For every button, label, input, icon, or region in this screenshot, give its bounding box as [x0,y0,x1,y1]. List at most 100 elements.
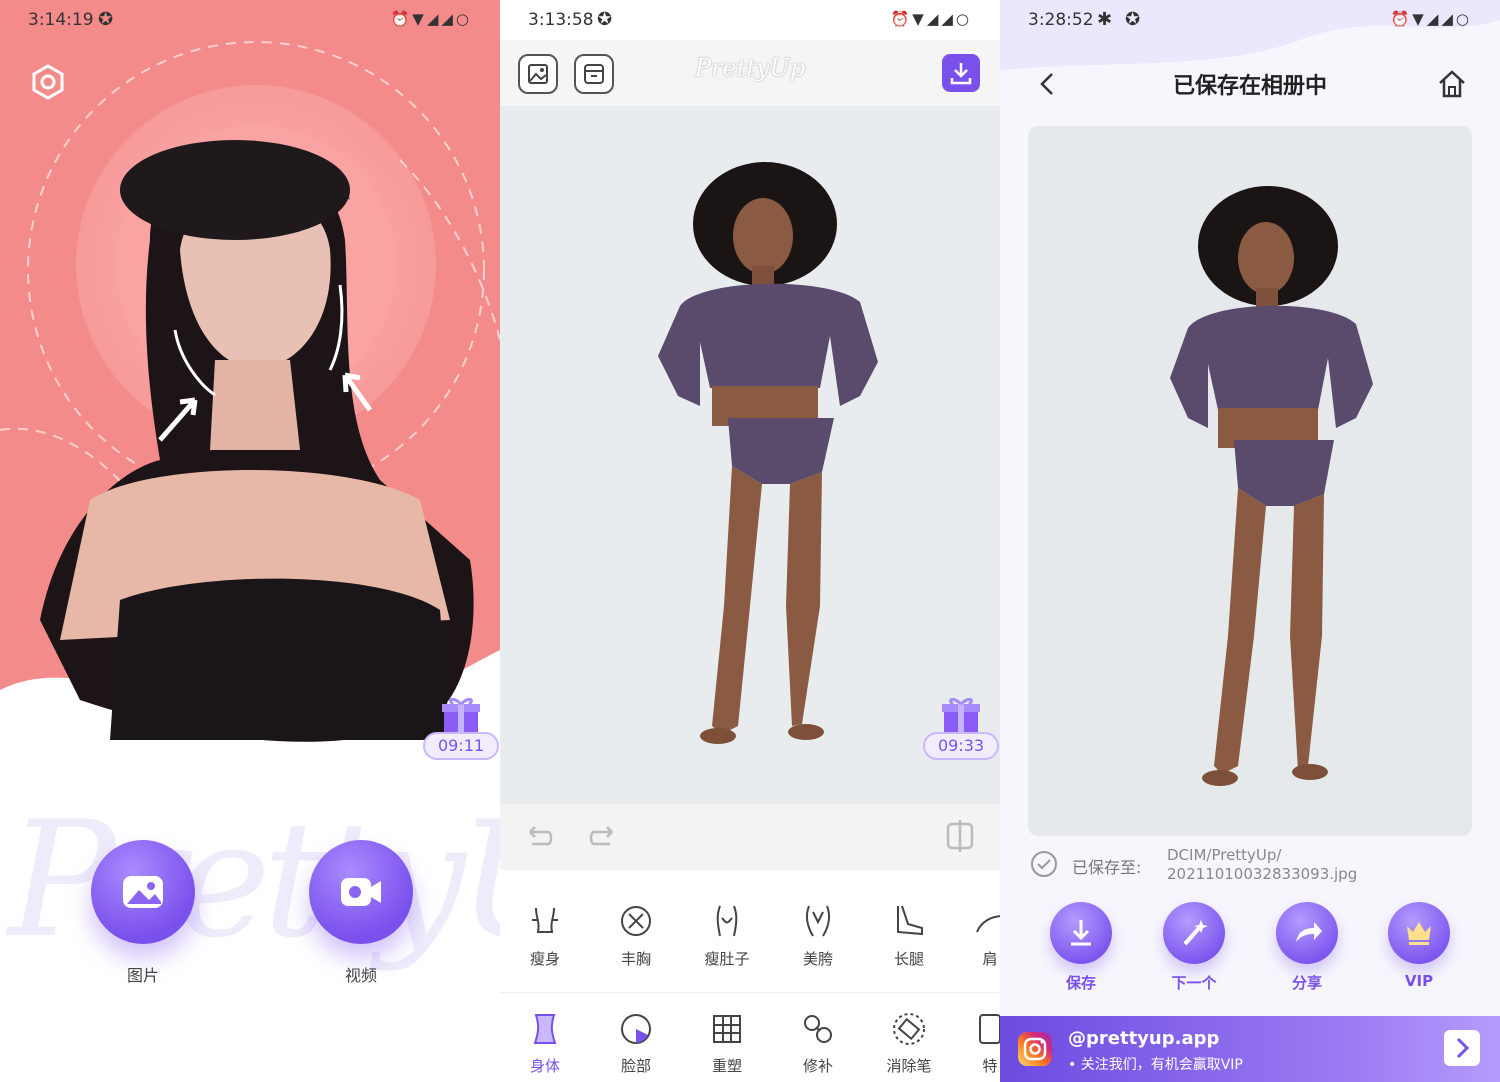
banner-arrow-button[interactable] [1444,1030,1480,1066]
system-icons: ⏰▼◢◢○ [1390,10,1472,28]
tool-enhance-chest[interactable]: 丰胸 [601,884,671,969]
download-icon [1071,920,1091,946]
sync-icon: ✪ [98,9,114,30]
redo-icon[interactable] [586,820,620,854]
instagram-handle: @prettyup.app [1068,1028,1220,1049]
chevron-right-icon [1456,1037,1470,1059]
slim-belly-icon [716,905,738,937]
saved-header: 已保存在相册中 [1000,40,1500,120]
home-hero-background [0,0,500,742]
body-tool-row: 瘦身 丰胸 瘦肚子 美胯 长腿 肩 [500,884,1000,984]
slim-body-icon [532,907,558,933]
back-chevron-icon[interactable] [1034,70,1062,98]
tool-shoulder[interactable]: 肩 [955,884,1000,969]
tab-special[interactable]: 特 [955,993,1000,1076]
tool-hips[interactable]: 美胯 [783,884,853,969]
status-time: 3:14:19 [28,10,94,30]
special-icon [979,1014,1000,1044]
saved-path-line-1: DCIM/PrettyUp/ [1167,846,1282,864]
status-time: 3:13:58 [528,10,594,30]
gift-box-icon [942,697,980,732]
tab-face[interactable]: 脸部 [601,993,671,1076]
gift-box-icon [442,697,480,732]
body-icon [533,1014,557,1044]
tool-label: 肩 [982,950,998,968]
tab-patch[interactable]: 修补 [783,993,853,1076]
history-button[interactable] [574,54,614,94]
shoulder-icon [976,915,1000,933]
saved-to-label: 已保存至: [1072,858,1142,877]
app-logo: PrettyUp [694,54,806,82]
download-button[interactable] [942,54,980,92]
patch-icon [804,1015,832,1043]
editor-tab-bar: 身体 脸部 重塑 修补 消除笔 特 [500,992,1000,1082]
tab-body[interactable]: 身体 [510,993,580,1076]
tab-label: 脸部 [620,1057,651,1075]
gift-offer-button[interactable]: 09:11 [423,694,499,770]
saved-path-line-2: 20211010032833093.jpg [1167,865,1358,883]
tab-label: 重塑 [711,1057,742,1075]
video-camera-icon [341,878,381,906]
magic-wand-icon [1183,920,1208,946]
action-label: VIP [1404,972,1434,990]
photo-label: 图片 [126,966,159,985]
crown-icon [1407,922,1431,945]
editor-screen: 3:13:58 ✪ ⏰▼◢◢○ PrettyUp 09:33 瘦身 丰胸 瘦肚子… [500,0,1000,1082]
instagram-subtitle: • 关注我们，有机会赢取VIP [1068,1057,1243,1073]
tool-label: 瘦身 [529,950,560,968]
tool-label: 美胯 [802,950,833,968]
compare-icon[interactable] [942,818,978,854]
undo-icon[interactable] [522,820,556,854]
home-icon[interactable] [1436,68,1468,100]
image-icon [528,64,548,84]
photo-button[interactable] [91,840,195,944]
archive-icon [584,64,604,84]
share-button[interactable]: 分享 [1272,902,1342,993]
hips-icon [805,905,831,937]
tool-label: 丰胸 [620,950,651,968]
history-bar [500,804,1000,870]
status-bar: 3:13:58 ✪ ⏰▼◢◢○ [500,0,1000,40]
instagram-follow-banner[interactable]: @prettyup.app • 关注我们，有机会赢取VIP [1000,1016,1500,1082]
save-button[interactable]: 保存 [1046,902,1116,993]
settings-hexagon-icon[interactable] [28,62,68,102]
gift-offer-button[interactable]: 09:33 [923,694,999,770]
system-icons: ⏰▼◢◢○ [890,10,972,28]
gift-countdown: 09:33 [923,732,999,760]
model-photo [1170,186,1373,786]
video-label: 视频 [344,966,377,985]
editor-toolbar: PrettyUp [500,40,1000,106]
enhance-chest-icon [621,906,651,936]
gallery-button[interactable] [518,54,558,94]
eraser-icon [893,1013,925,1045]
tool-long-legs[interactable]: 长腿 [874,884,944,969]
tab-label: 修补 [802,1057,833,1075]
tab-reshape[interactable]: 重塑 [692,993,762,1076]
sync-icon: ✪ [597,9,613,30]
status-bar: 3:28:52 ✱ ✪ ⏰▼◢◢○ [1000,0,1500,40]
instagram-icon [1018,1032,1052,1066]
saved-file-path: DCIM/PrettyUp/ 20211010032833093.jpg [1167,846,1357,884]
tab-label: 消除笔 [886,1057,932,1075]
face-icon [621,1014,651,1044]
share-icon [1296,922,1322,942]
home-screen: 3:14:19 ✪ ⏰▼◢◢○ PrettyUp 09:11 图片 视频 [0,0,500,1082]
brand-watermark: PrettyUp [8,786,500,973]
tool-slim-belly[interactable]: 瘦肚子 [692,884,762,969]
video-button[interactable] [309,840,413,944]
puzzle-icon: ✱ [1097,9,1113,30]
photo-icon [123,876,163,908]
tool-slim-body[interactable]: 瘦身 [510,884,580,969]
saved-photo-preview [1028,126,1472,836]
vip-button[interactable]: VIP [1384,902,1454,990]
check-circle-icon [1031,851,1057,877]
tab-eraser[interactable]: 消除笔 [874,993,944,1076]
next-button[interactable]: 下一个 [1159,902,1229,993]
gift-countdown: 09:11 [423,732,499,760]
status-bar: 3:14:19 ✪ ⏰▼◢◢○ [0,0,500,40]
tool-label: 瘦肚子 [704,950,750,968]
saved-path-row: 已保存至: DCIM/PrettyUp/ 20211010032833093.j… [1030,846,1470,886]
reshape-grid-icon [713,1015,741,1043]
sync-icon: ✪ [1125,9,1141,30]
download-icon [950,63,972,85]
